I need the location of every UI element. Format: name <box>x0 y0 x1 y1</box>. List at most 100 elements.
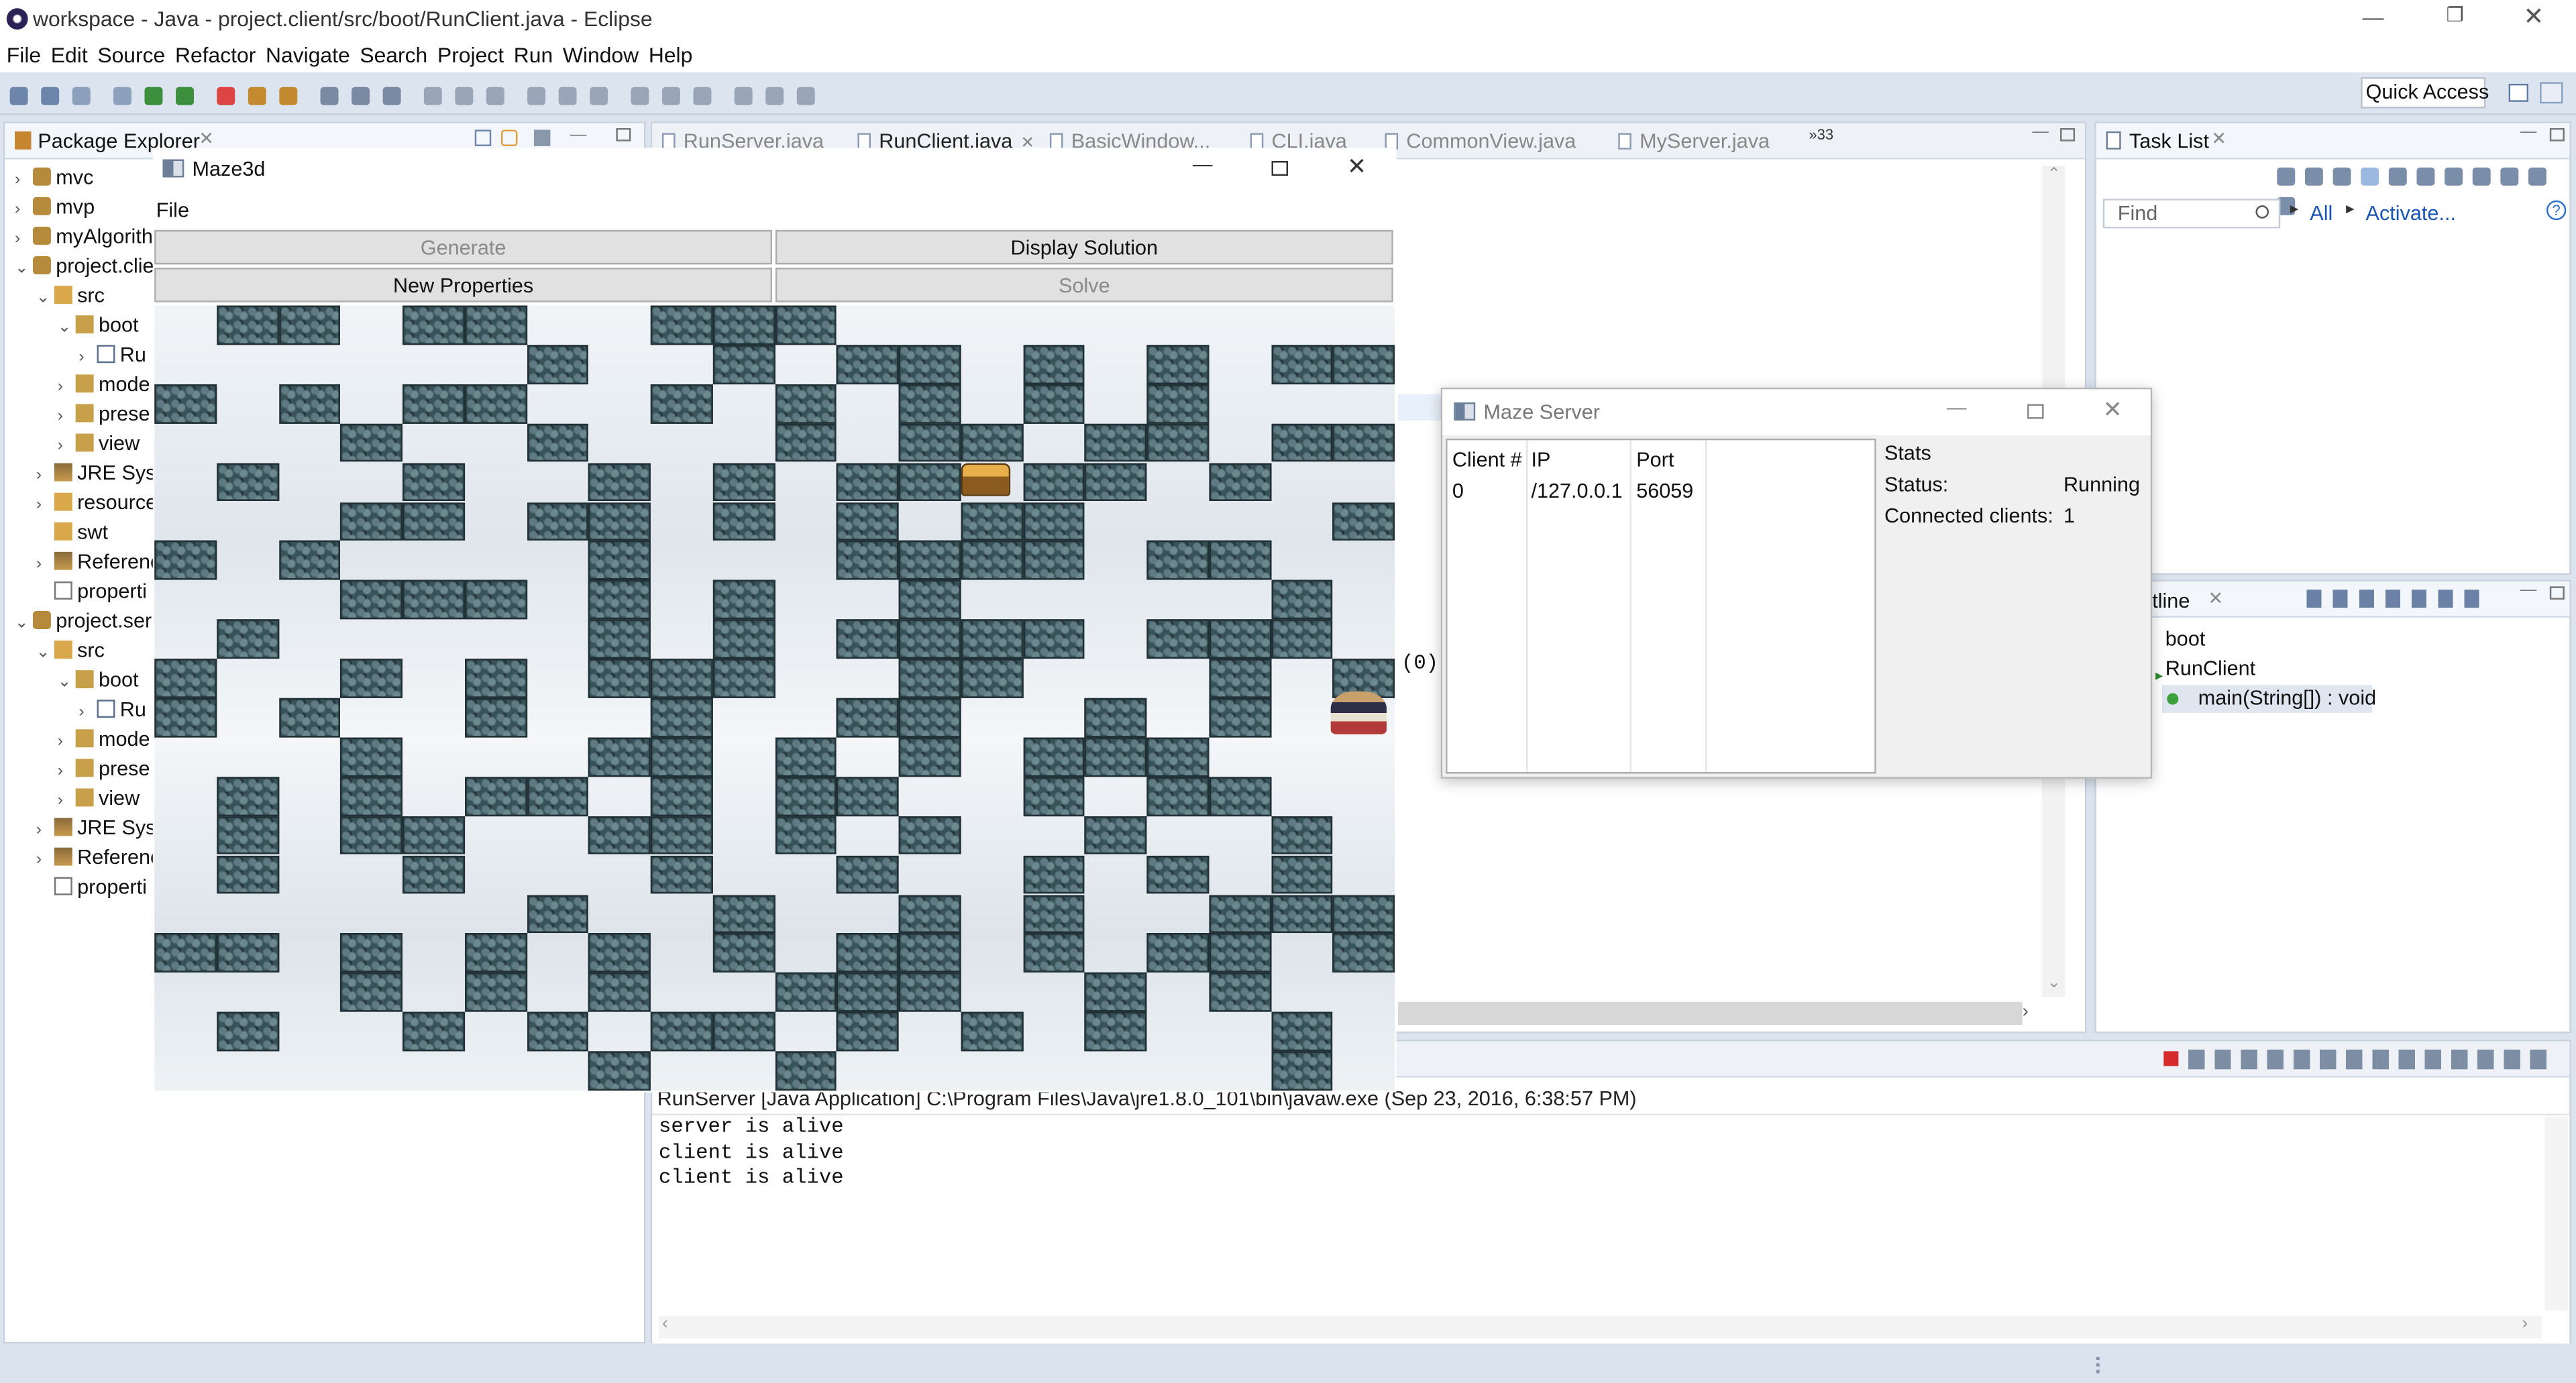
menu-edit[interactable]: Edit <box>51 43 88 68</box>
tree-item[interactable]: › view <box>58 783 140 813</box>
maximize-view-icon[interactable] <box>2060 128 2076 142</box>
col-client[interactable]: Client # <box>1452 449 1522 472</box>
toolbar-tool-icon[interactable] <box>217 87 235 105</box>
minimize-view-icon[interactable]: — <box>2520 123 2536 142</box>
tree-item[interactable]: › JRE Syst <box>36 458 161 488</box>
toolbar-tool-icon[interactable] <box>72 87 91 105</box>
task-tool-icon[interactable] <box>2416 167 2435 186</box>
quick-access-field[interactable]: Quick Access <box>2361 77 2489 109</box>
menu-file[interactable]: File <box>7 43 41 68</box>
toolbar-tool-icon[interactable] <box>661 87 680 105</box>
server-maximize-button[interactable] <box>2027 404 2044 419</box>
clients-table[interactable]: Client # IP Port 0 /127.0.0.1 56059 <box>1446 438 1876 774</box>
toolbar-tool-icon[interactable] <box>320 87 339 105</box>
col-ip[interactable]: IP <box>1531 449 1550 472</box>
chevron-right-icon[interactable]: › <box>58 402 76 432</box>
task-tool-icon[interactable] <box>2500 167 2519 186</box>
chevron-right-icon[interactable]: › <box>36 461 54 491</box>
chevron-right-icon[interactable]: › <box>15 225 33 255</box>
chevron-down-icon[interactable]: ⌄ <box>36 284 54 314</box>
console-vscrollbar[interactable] <box>2544 1117 2568 1311</box>
chevron-down-icon[interactable]: ⌄ <box>36 639 54 669</box>
chevron-right-icon[interactable]: › <box>15 166 33 195</box>
chevron-right-icon[interactable]: › <box>58 432 76 461</box>
task-find-input[interactable]: Find <box>2102 199 2281 229</box>
toolbar-tool-icon[interactable] <box>527 87 546 105</box>
tree-item[interactable]: ⌄ src <box>36 636 105 665</box>
toolbar-tool-icon[interactable] <box>352 87 370 105</box>
task-tool-icon[interactable] <box>2388 167 2407 186</box>
chevron-down-icon[interactable]: ⌄ <box>15 610 33 639</box>
server-close-button[interactable]: ✕ <box>2103 396 2123 424</box>
outline-item-boot[interactable]: boot <box>2165 628 2206 651</box>
editor-tab-5[interactable]: MyServer.java <box>1618 129 1770 153</box>
menu-window[interactable]: Window <box>563 43 639 68</box>
toolbar-tool-icon[interactable] <box>796 87 815 105</box>
toolbar-tool-icon[interactable] <box>765 87 784 105</box>
col-port[interactable]: Port <box>1636 449 1674 472</box>
toolbar-tool-icon[interactable] <box>382 87 401 105</box>
maximize-view-icon[interactable] <box>2549 586 2565 600</box>
chevron-right-icon[interactable]: › <box>58 787 76 816</box>
toolbar-tool-icon[interactable] <box>41 87 60 105</box>
task-list-tab[interactable]: Task List <box>2129 129 2209 152</box>
solve-button[interactable]: Solve <box>775 268 1393 302</box>
editor-hscrollbar[interactable] <box>1398 1001 2023 1026</box>
tree-item[interactable]: › Referenc <box>36 842 160 872</box>
tree-item[interactable]: ⌄ src <box>36 281 105 311</box>
server-minimize-button[interactable]: — <box>1947 396 1966 419</box>
chevron-right-icon[interactable]: › <box>36 846 54 875</box>
toolbar-tool-icon[interactable] <box>693 87 712 105</box>
maze-maximize-button[interactable] <box>1271 161 1289 176</box>
toolbar-tool-icon[interactable] <box>590 87 608 105</box>
task-tool-icon[interactable] <box>2361 167 2379 186</box>
tree-item[interactable]: ⌄ boot <box>58 311 139 340</box>
toolbar-tool-icon[interactable] <box>9 87 28 105</box>
tree-item[interactable]: › Ru <box>79 340 146 370</box>
menu-run[interactable]: Run <box>514 43 553 68</box>
console-hscrollbar[interactable]: ‹ › <box>659 1314 2542 1339</box>
close-button[interactable]: ✕ <box>2524 1 2544 32</box>
outline-item-main[interactable]: main(String[]) : void <box>2161 685 2376 713</box>
new-properties-button[interactable]: New Properties <box>154 268 773 302</box>
menu-refactor[interactable]: Refactor <box>175 43 256 68</box>
help-icon[interactable]: ? <box>2546 200 2567 221</box>
tree-item[interactable]: properti <box>36 577 147 606</box>
chevron-right-icon[interactable]: › <box>79 698 97 728</box>
tree-item[interactable]: › prese <box>58 754 150 783</box>
toolbar-tool-icon[interactable] <box>423 87 442 105</box>
link-editor-icon[interactable] <box>500 129 518 146</box>
scroll-left-icon[interactable]: ‹ <box>662 1314 668 1333</box>
editor-tab-4[interactable]: CommonView.java <box>1385 129 1576 153</box>
tree-item[interactable]: ⌄ project.clie <box>15 252 154 281</box>
tree-item[interactable]: › mode <box>58 370 150 399</box>
tree-item[interactable]: › mode <box>58 724 150 754</box>
terminate-icon[interactable] <box>2163 1051 2179 1066</box>
task-tool-icon[interactable] <box>2528 167 2546 186</box>
outline-item-runclient[interactable]: RunClient <box>2165 657 2255 680</box>
toolbar-tool-icon[interactable] <box>176 87 194 105</box>
open-perspective-icon[interactable] <box>2508 83 2529 102</box>
maze-close-button[interactable]: ✕ <box>1347 153 1366 181</box>
maze-minimize-button[interactable]: — <box>1193 153 1212 176</box>
chevron-right-icon[interactable]: › <box>79 343 97 373</box>
maximize-view-icon[interactable] <box>2549 128 2565 142</box>
tab-overflow-indicator[interactable]: »33 <box>1809 127 1833 143</box>
menu-help[interactable]: Help <box>649 43 693 68</box>
view-menu-icon[interactable] <box>533 129 551 146</box>
toolbar-tool-icon[interactable] <box>455 87 474 105</box>
toolbar-tool-icon[interactable] <box>144 87 163 105</box>
tree-item[interactable]: › prese <box>58 399 150 429</box>
toolbar-tool-icon[interactable] <box>248 87 266 105</box>
tree-item[interactable]: ⌄ boot <box>58 665 139 695</box>
minimize-view-icon[interactable]: — <box>2520 582 2536 600</box>
java-perspective-icon[interactable] <box>2540 82 2563 104</box>
chevron-right-icon[interactable]: › <box>36 816 54 846</box>
scroll-right-icon[interactable]: › <box>2522 1314 2528 1333</box>
menu-source[interactable]: Source <box>97 43 165 68</box>
outline-tab[interactable]: tline <box>2152 590 2190 612</box>
menu-search[interactable]: Search <box>360 43 427 68</box>
activate-link[interactable]: Activate... <box>2366 202 2456 225</box>
task-tool-icon[interactable] <box>2472 167 2491 186</box>
chevron-right-icon[interactable]: › <box>58 373 76 402</box>
